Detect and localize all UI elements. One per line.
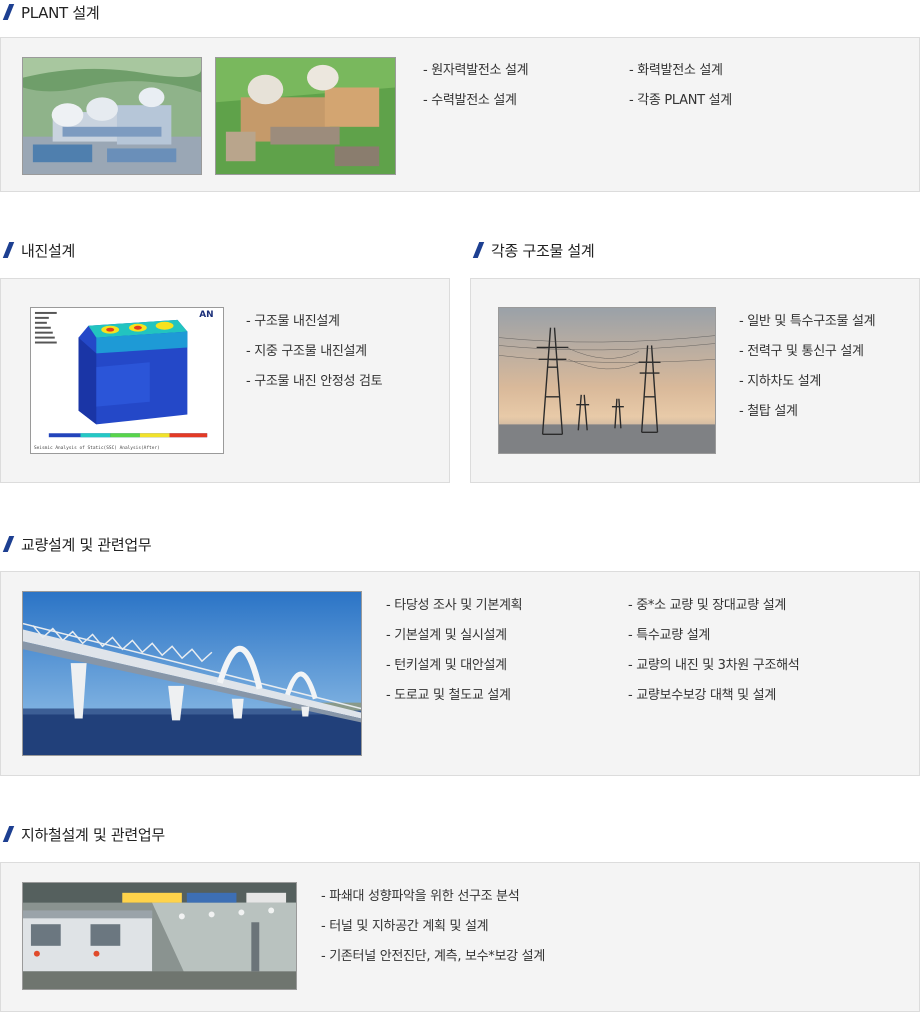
list-item: - 철탑 설계 xyxy=(739,404,798,419)
section-box-seismic: AN Seismic Analysis of Static(SSC) Analy… xyxy=(0,278,450,483)
section-heading-plant: PLANT 설계 xyxy=(0,0,100,24)
bridge-list-col2: - 중*소 교량 및 장대교량 설계 - 특수교량 설계 - 교량의 내진 및 … xyxy=(628,591,800,711)
list-item: - 교량의 내진 및 3차원 구조해석 xyxy=(628,658,800,673)
bridge-list-col1: - 타당성 조사 및 기본계획 - 기본설계 및 실시설계 - 턴키설계 및 대… xyxy=(386,591,523,711)
section-title: 각종 구조물 설계 xyxy=(491,241,595,260)
list-item: - 파쇄대 성향파악을 위한 선구조 분석 xyxy=(321,889,520,904)
section-box-subway: - 파쇄대 성향파악을 위한 선구조 분석 - 터널 및 지하공간 계획 및 설… xyxy=(0,862,920,1012)
plant-list-col1: - 원자력발전소 설계 - 수력발전소 설계 xyxy=(423,56,529,116)
list-item: - 특수교량 설계 xyxy=(628,628,711,643)
section-heading-seismic: 내진설계 xyxy=(0,238,75,262)
list-item: - 턴키설계 및 대안설계 xyxy=(386,658,507,673)
list-item: - 전력구 및 통신구 설계 xyxy=(739,344,864,359)
list-item: - 중*소 교량 및 장대교량 설계 xyxy=(628,598,787,613)
section-title: 지하철설계 및 관련업무 xyxy=(21,825,165,844)
list-item: - 교량보수보강 대책 및 설계 xyxy=(628,688,776,703)
slash-icon xyxy=(2,242,15,258)
section-title: 내진설계 xyxy=(21,241,76,260)
seismic-list: - 구조물 내진설계 - 지중 구조물 내진설계 - 구조물 내진 안정성 검토 xyxy=(246,307,383,397)
section-heading-structures: 각종 구조물 설계 xyxy=(470,238,595,262)
list-item: - 기본설계 및 실시설계 xyxy=(386,628,507,643)
section-box-bridge: - 타당성 조사 및 기본계획 - 기본설계 및 실시설계 - 턴키설계 및 대… xyxy=(0,571,920,776)
structures-list: - 일반 및 특수구조물 설계 - 전력구 및 통신구 설계 - 지하차도 설계… xyxy=(739,307,876,427)
list-item: - 수력발전소 설계 xyxy=(423,93,517,108)
nuclear-plant-image xyxy=(22,57,202,175)
logo-text: AN xyxy=(199,310,213,320)
section-box-structures: - 일반 및 특수구조물 설계 - 전력구 및 통신구 설계 - 지하차도 설계… xyxy=(470,278,920,483)
transmission-tower-image xyxy=(498,307,716,454)
image-footer-text: Seismic Analysis of Static(SSC) Analysis… xyxy=(34,445,160,451)
slash-icon xyxy=(472,242,485,258)
list-item: - 기존터널 안전진단, 계측, 보수*보강 설계 xyxy=(321,949,545,964)
section-title: 교량설계 및 관련업무 xyxy=(21,535,152,554)
slash-icon xyxy=(2,536,15,552)
list-item: - 각종 PLANT 설계 xyxy=(629,93,732,108)
slash-icon xyxy=(2,4,15,20)
list-item: - 원자력발전소 설계 xyxy=(423,63,529,78)
subway-list: - 파쇄대 성향파악을 위한 선구조 분석 - 터널 및 지하공간 계획 및 설… xyxy=(321,882,545,972)
list-item: - 화력발전소 설계 xyxy=(629,63,723,78)
list-item: - 구조물 내진설계 xyxy=(246,314,340,329)
section-heading-subway: 지하철설계 및 관련업무 xyxy=(0,822,165,846)
list-item: - 일반 및 특수구조물 설계 xyxy=(739,314,876,329)
section-title: PLANT 설계 xyxy=(21,3,100,22)
subway-station-image xyxy=(22,882,297,990)
power-plant-image xyxy=(215,57,396,175)
section-box-plant: - 원자력발전소 설계 - 수력발전소 설계 - 화력발전소 설계 - 각종 P… xyxy=(0,37,920,192)
list-item: - 도로교 및 철도교 설계 xyxy=(386,688,511,703)
slash-icon xyxy=(2,826,15,842)
list-item: - 터널 및 지하공간 계획 및 설계 xyxy=(321,919,489,934)
seismic-analysis-image: AN Seismic Analysis of Static(SSC) Analy… xyxy=(30,307,224,454)
list-item: - 지중 구조물 내진설계 xyxy=(246,344,367,359)
list-item: - 타당성 조사 및 기본계획 xyxy=(386,598,523,613)
plant-list-col2: - 화력발전소 설계 - 각종 PLANT 설계 xyxy=(629,56,732,116)
list-item: - 구조물 내진 안정성 검토 xyxy=(246,374,383,389)
list-item: - 지하차도 설계 xyxy=(739,374,822,389)
section-heading-bridge: 교량설계 및 관련업무 xyxy=(0,532,152,556)
bridge-image xyxy=(22,591,362,756)
